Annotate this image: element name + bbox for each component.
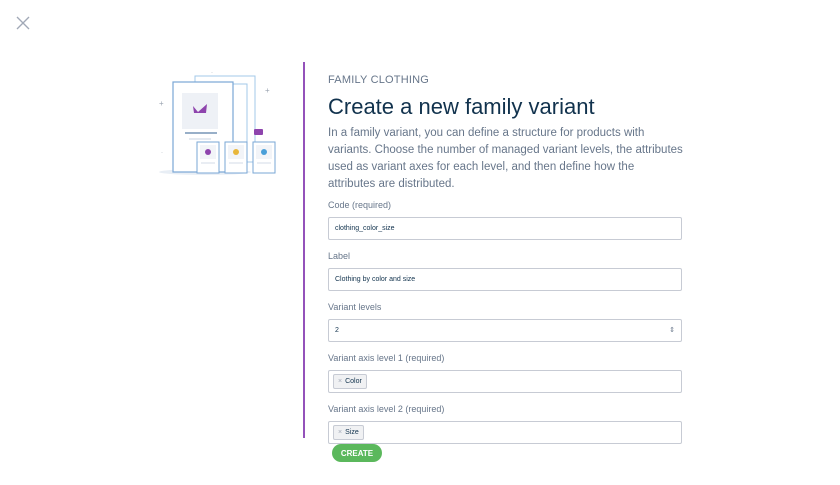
code-label: Code (required): [328, 200, 392, 210]
create-button[interactable]: CREATE: [332, 444, 382, 462]
svg-text:+: +: [265, 86, 270, 95]
axis-tag-label: Color: [345, 378, 362, 385]
svg-text:·: ·: [211, 70, 213, 76]
axis-tag-color: × Color: [333, 374, 367, 389]
code-input[interactable]: clothing_color_size: [328, 217, 682, 240]
close-button[interactable]: [14, 14, 32, 32]
svg-text:·: ·: [161, 150, 163, 156]
modal-subtitle: FAMILY CLOTHING: [328, 74, 430, 86]
code-field: Code (required) clothing_color_size: [328, 199, 684, 240]
axis-level-1-label: Variant axis level 1 (required): [328, 353, 445, 363]
axis-level-2-input[interactable]: × Size: [328, 421, 682, 444]
label-input[interactable]: Clothing by color and size: [328, 268, 682, 291]
label-label: Label: [328, 251, 351, 261]
svg-text:+: +: [159, 99, 164, 108]
variant-levels-value: 2: [335, 327, 339, 334]
select-arrows-icon: ⇕: [669, 326, 675, 334]
modal-description: In a family variant, you can define a st…: [328, 127, 683, 190]
form-panel: FAMILY CLOTHING Create a new family vari…: [328, 72, 684, 444]
variant-levels-label: Variant levels: [328, 302, 382, 312]
modal-title: Create a new family variant: [328, 94, 595, 119]
axis-level-2-field: Variant axis level 2 (required) × Size: [328, 403, 684, 444]
close-icon: [16, 16, 30, 30]
axis-level-2-label: Variant axis level 2 (required): [328, 404, 445, 414]
family-variant-illustration: · + + ·: [155, 62, 285, 180]
remove-tag-icon[interactable]: ×: [338, 378, 342, 385]
axis-level-1-field: Variant axis level 1 (required) × Color: [328, 352, 684, 393]
label-field: Label Clothing by color and size: [328, 250, 684, 291]
axis-level-1-input[interactable]: × Color: [328, 370, 682, 393]
axis-tag-size: × Size: [333, 425, 364, 440]
remove-tag-icon[interactable]: ×: [338, 429, 342, 436]
variant-levels-select[interactable]: 2 ⇕: [328, 319, 682, 342]
axis-tag-label: Size: [345, 429, 359, 436]
vertical-divider: [303, 62, 305, 438]
variant-levels-field: Variant levels 2 ⇕: [328, 301, 684, 342]
